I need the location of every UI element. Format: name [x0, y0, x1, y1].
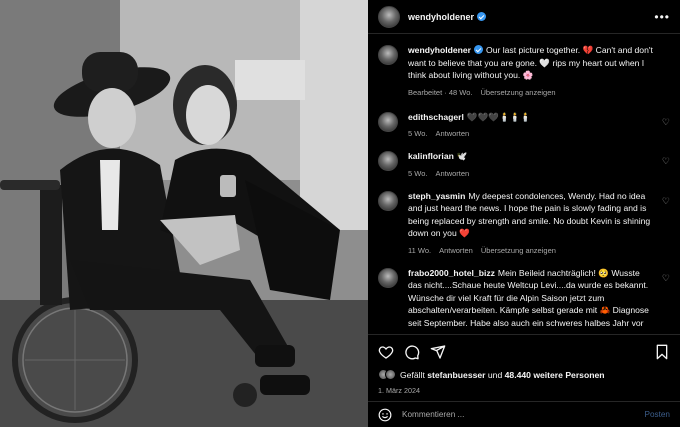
heart-icon[interactable]: ♡ [662, 156, 670, 167]
comment-icon[interactable] [404, 344, 420, 360]
post-button[interactable]: Posten [645, 410, 671, 419]
reply-link[interactable]: Antworten [435, 129, 469, 138]
commenter-avatar[interactable] [378, 190, 398, 211]
post-photo [0, 0, 368, 427]
reply-link[interactable]: Antworten [435, 169, 469, 178]
comment-age[interactable]: 5 Wo. [408, 129, 427, 138]
comment-input[interactable]: Kommentieren ... [402, 410, 464, 419]
heart-icon[interactable]: ♡ [662, 273, 670, 284]
commenter-username[interactable]: steph_yasmin [408, 191, 465, 201]
comment-age[interactable]: 5 Wo. [408, 169, 427, 178]
author-username[interactable]: wendyholdener [408, 12, 474, 22]
likes-prefix: Gefällt [400, 369, 425, 380]
translate-link[interactable]: Übersetzung anzeigen [481, 88, 556, 97]
liker-avatar [385, 369, 396, 380]
commenter-avatar[interactable] [378, 151, 398, 171]
commenter-username[interactable]: kalinflorian [408, 151, 454, 161]
liker-username[interactable]: stefanbuesser [427, 370, 485, 380]
comment-text: 🖤🖤🖤🕯️🕯️🕯️ [466, 111, 532, 122]
comment-item: edithschagerl 🖤🖤🖤🕯️🕯️🕯️ 5 Wo. Antworten ♡ [378, 111, 670, 138]
translate-link[interactable]: Übersetzung anzeigen [481, 246, 556, 255]
post-header: wendyholdener ••• [368, 0, 680, 34]
verified-badge-icon [474, 45, 484, 54]
caption: wendyholdener Our last picture together. … [378, 44, 670, 97]
comment-item: kalinflorian 🕊️ 5 Wo. Antworten ♡ [378, 150, 670, 178]
heart-icon[interactable]: ♡ [662, 117, 670, 128]
heart-icon[interactable] [378, 344, 394, 360]
emoji-icon[interactable] [378, 408, 392, 422]
comment-item: frabo2000_hotel_bizz Mein Beileid nachträ… [378, 267, 670, 330]
verified-badge-icon [477, 12, 487, 21]
comment-item: steph_yasmin My deepest condolences, Wend… [378, 190, 670, 255]
author-avatar-small[interactable] [378, 45, 398, 65]
likes-count[interactable]: 48.440 weitere Personen [505, 370, 605, 380]
commenter-avatar[interactable] [378, 111, 398, 132]
likes-summary[interactable]: Gefällt stefanbuesser und 48.440 weitere… [378, 369, 670, 380]
reply-link[interactable]: Antworten [439, 246, 473, 255]
more-options-icon[interactable]: ••• [654, 11, 670, 23]
post-panel: wendyholdener ••• wendyholdener Our last … [368, 0, 680, 427]
post-actions: Gefällt stefanbuesser und 48.440 weitere… [368, 334, 680, 395]
comments-list[interactable]: wendyholdener Our last picture together. … [368, 34, 680, 334]
post-date: 1. März 2024 [378, 386, 420, 395]
comment-composer: Kommentieren ... Posten [368, 401, 680, 427]
comment-age[interactable]: 11 Wo. [408, 246, 431, 255]
caption-username[interactable]: wendyholdener [408, 45, 471, 55]
edited-label: Bearbeitet · 48 Wo. [408, 87, 473, 97]
commenter-username[interactable]: frabo2000_hotel_bizz [408, 268, 495, 278]
commenter-avatar[interactable] [378, 267, 398, 288]
likes-and: und [487, 369, 503, 380]
bookmark-icon[interactable] [654, 344, 670, 360]
heart-icon[interactable]: ♡ [662, 196, 670, 207]
comment-text: 🕊️ [456, 151, 468, 161]
commenter-username[interactable]: edithschagerl [408, 112, 464, 122]
author-avatar[interactable] [378, 5, 400, 28]
share-icon[interactable] [430, 344, 446, 360]
photo-illustration [0, 0, 368, 427]
